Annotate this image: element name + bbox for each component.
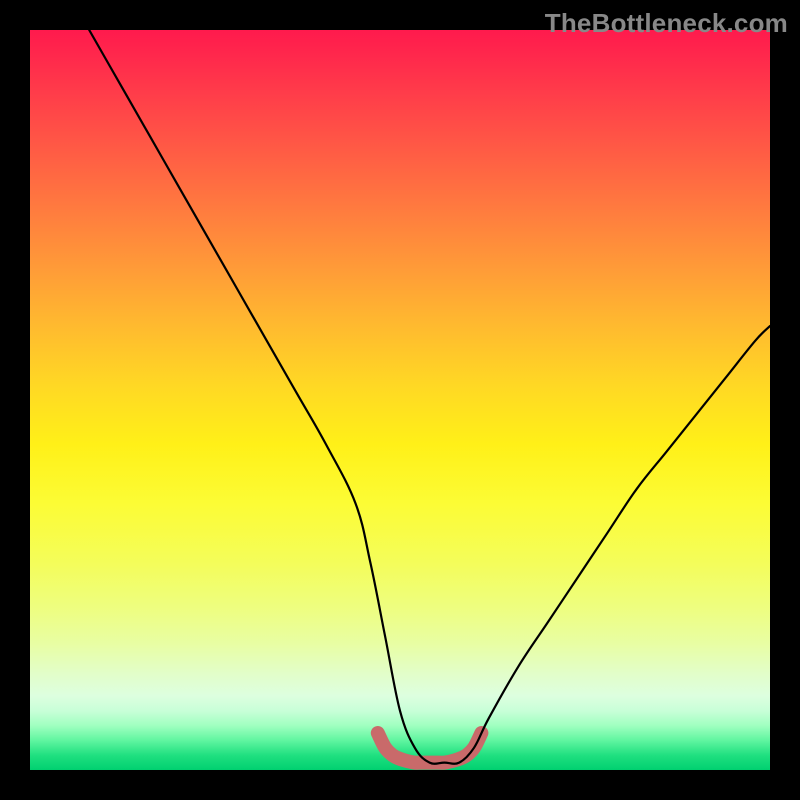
- bottleneck-curve-line: [89, 30, 770, 764]
- plot-area: [30, 30, 770, 770]
- chart-container: TheBottleneck.com: [0, 0, 800, 800]
- curve-svg: [30, 30, 770, 770]
- watermark-text: TheBottleneck.com: [545, 8, 788, 39]
